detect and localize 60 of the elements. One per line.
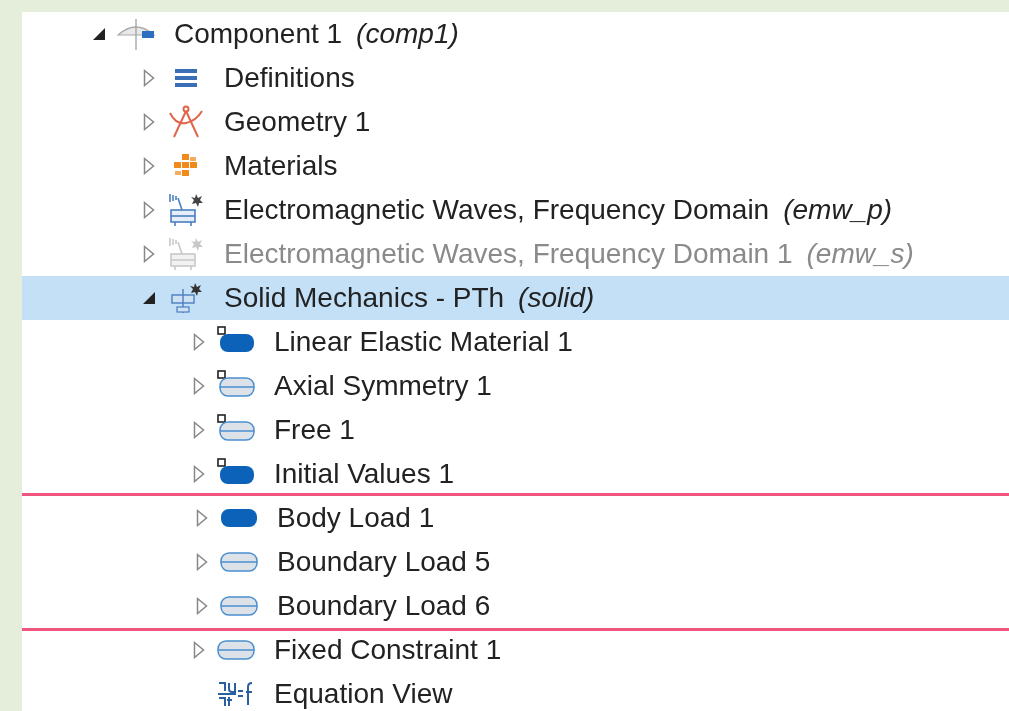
tree-item[interactable]: Axial Symmetry 1 <box>22 364 1009 408</box>
item-label: Fixed Constraint 1 <box>274 634 502 666</box>
item-tag: (emw_p) <box>783 194 893 226</box>
tree-item[interactable]: Electromagnetic Waves, Frequency Domain (emw_p) <box>22 188 1009 232</box>
expand-icon[interactable] <box>193 333 205 351</box>
tree-item[interactable]: Solid Mechanics - PTh (solid) <box>22 276 1009 320</box>
item-label: Boundary Load 6 <box>277 590 491 622</box>
expand-icon[interactable] <box>143 113 155 131</box>
compass-icon <box>168 105 204 139</box>
expand-icon[interactable] <box>143 157 155 175</box>
domain-icon <box>219 507 259 529</box>
tree-item[interactable]: Materials <box>22 144 1009 188</box>
collapse-icon[interactable] <box>142 291 156 305</box>
expand-icon[interactable] <box>193 377 205 395</box>
tree-item[interactable]: Linear Elastic Material 1 <box>22 320 1009 364</box>
tree-item[interactable]: Free 1 <box>22 408 1009 452</box>
device-icon <box>168 192 204 228</box>
tree-item[interactable]: Boundary Load 6 <box>25 584 1009 628</box>
item-label: Electromagnetic Waves, Frequency Domain <box>224 194 770 226</box>
item-tag: (emw_s) <box>806 238 914 270</box>
tree-item[interactable]: Boundary Load 5 <box>25 540 1009 584</box>
boundary-icon <box>219 551 259 573</box>
item-label: Free 1 <box>274 414 355 446</box>
item-tag: (comp1) <box>356 18 459 50</box>
expand-icon[interactable] <box>143 69 155 87</box>
tree-item[interactable]: Initial Values 1 <box>22 452 1009 496</box>
tree-item[interactable]: Body Load 1 <box>25 496 1009 540</box>
item-label: Geometry 1 <box>224 106 371 138</box>
tree-item[interactable]: Definitions <box>22 56 1009 100</box>
expand-icon[interactable] <box>196 509 208 527</box>
tree-item[interactable]: Geometry 1 <box>22 100 1009 144</box>
boundary-icon <box>219 595 259 617</box>
item-label: Equation View <box>274 678 453 710</box>
item-tag: (solid) <box>518 282 595 314</box>
item-label: Solid Mechanics - PTh <box>224 282 505 314</box>
expand-icon[interactable] <box>143 201 155 219</box>
item-label: Body Load 1 <box>277 502 435 534</box>
collapse-icon[interactable] <box>92 27 106 41</box>
item-label: Linear Elastic Material 1 <box>274 326 573 358</box>
component-icon <box>116 17 156 51</box>
tree-item[interactable]: Fixed Constraint 1 <box>22 628 1009 672</box>
expand-icon[interactable] <box>196 597 208 615</box>
item-label: Electromagnetic Waves, Frequency Domain 1 <box>224 238 793 270</box>
item-label: Materials <box>224 150 338 182</box>
expand-icon[interactable] <box>193 641 205 659</box>
tree-item[interactable]: Component 1 (comp1) <box>22 12 1009 56</box>
item-label: Component 1 <box>174 18 343 50</box>
tree-item[interactable]: Equation View <box>22 672 1009 711</box>
solid-mechanics-icon <box>168 281 204 315</box>
list-icon <box>175 69 197 87</box>
item-label: Boundary Load 5 <box>277 546 491 578</box>
materials-icon <box>173 153 199 179</box>
item-label: Initial Values 1 <box>274 458 455 490</box>
expand-icon[interactable] <box>193 465 205 483</box>
item-label: Definitions <box>224 62 355 94</box>
expand-icon[interactable] <box>196 553 208 571</box>
boundary-icon <box>216 639 256 661</box>
expand-icon[interactable] <box>193 421 205 439</box>
item-label: Axial Symmetry 1 <box>274 370 492 402</box>
device-icon <box>168 236 204 272</box>
